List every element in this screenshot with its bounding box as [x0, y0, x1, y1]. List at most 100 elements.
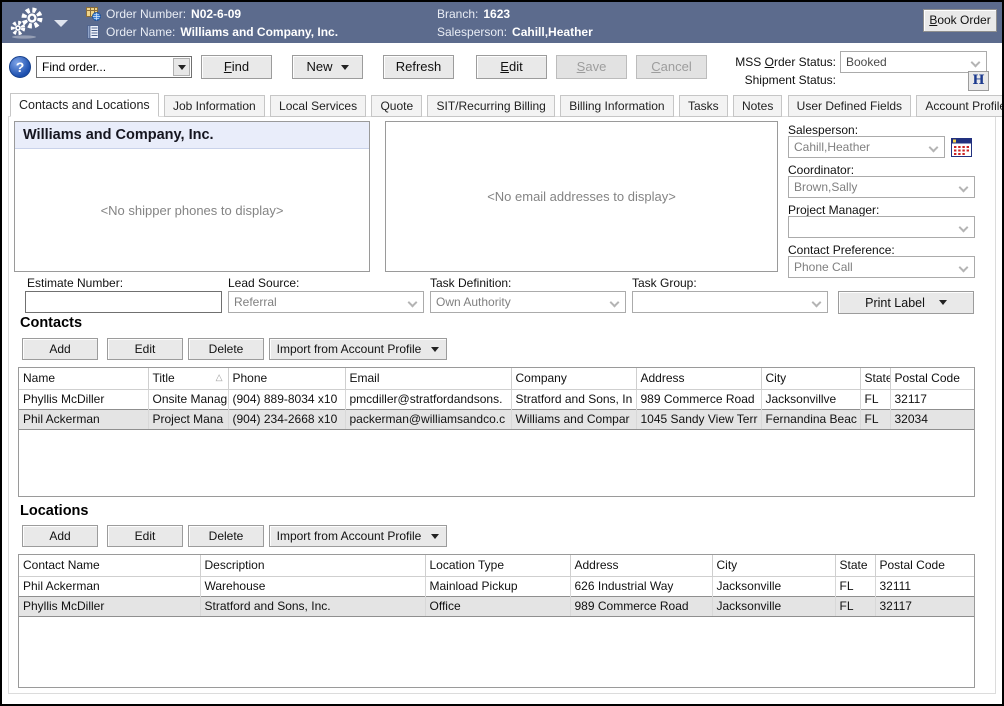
- save-button[interactable]: Save: [556, 55, 627, 79]
- cell: packerman@williamsandco.c: [345, 409, 511, 429]
- contacts-add-button[interactable]: Add: [22, 338, 98, 360]
- cell: Project Mana: [148, 409, 228, 429]
- cell: Phil Ackerman: [19, 409, 148, 429]
- contacts-delete-button[interactable]: Delete: [188, 338, 264, 360]
- shipment-history-button[interactable]: H: [968, 71, 989, 91]
- tab-billing-information[interactable]: Billing Information: [560, 95, 673, 117]
- contact-preference-select[interactable]: Phone Call: [788, 256, 975, 278]
- tab-notes[interactable]: Notes: [733, 95, 782, 117]
- column-header[interactable]: Address: [636, 368, 761, 389]
- new-dropdown-arrow-icon: [341, 65, 349, 70]
- shipper-panel-title: Williams and Company, Inc.: [15, 122, 369, 149]
- contact-row[interactable]: Phyllis McDiller Onsite Manag (904) 889-…: [19, 389, 974, 409]
- order-number-value: N02-6-09: [191, 5, 241, 23]
- locations-edit-button[interactable]: Edit: [107, 525, 183, 547]
- cell: FL: [835, 576, 875, 596]
- column-header[interactable]: Description: [200, 555, 425, 576]
- task-definition-select[interactable]: Own Authority: [430, 291, 626, 313]
- import-dropdown-arrow-icon: [431, 534, 439, 539]
- app-gears-icon[interactable]: [8, 6, 52, 40]
- cell: Jacksonvillve: [761, 389, 860, 409]
- cell: 32111: [875, 576, 974, 596]
- print-label-button[interactable]: Print Label: [838, 291, 974, 314]
- tab-quote[interactable]: Quote: [371, 95, 422, 117]
- column-header[interactable]: City: [761, 368, 860, 389]
- column-header[interactable]: Location Type: [425, 555, 570, 576]
- print-label-dropdown-arrow-icon: [939, 300, 947, 305]
- order-name-label: Order Name:: [106, 23, 175, 41]
- dropdown-arrow-icon: [178, 65, 186, 70]
- find-order-input[interactable]: [38, 58, 172, 76]
- column-header[interactable]: State: [860, 368, 890, 389]
- chevron-down-icon: [959, 183, 969, 193]
- column-header[interactable]: Postal Code: [890, 368, 974, 389]
- locations-grid: Contact Name Description Location Type A…: [18, 554, 975, 688]
- task-group-select[interactable]: [632, 291, 828, 313]
- column-header[interactable]: Title△: [148, 368, 228, 389]
- mss-order-status-select[interactable]: Booked: [840, 51, 987, 73]
- cell: 626 Industrial Way: [570, 576, 712, 596]
- refresh-button[interactable]: Refresh: [383, 55, 454, 79]
- cell: Office: [425, 596, 570, 616]
- book-order-button[interactable]: Book Order: [923, 9, 997, 32]
- locations-import-button[interactable]: Import from Account Profile: [269, 525, 447, 547]
- lead-source-select[interactable]: Referral: [228, 291, 424, 313]
- column-header[interactable]: Email: [345, 368, 511, 389]
- cell: Jacksonville: [712, 576, 835, 596]
- cell: FL: [860, 389, 890, 409]
- column-header[interactable]: State: [835, 555, 875, 576]
- coordinator-label: Coordinator:: [788, 163, 854, 177]
- cell: Fernandina Beac: [761, 409, 860, 429]
- column-header[interactable]: Company: [511, 368, 636, 389]
- locations-add-button[interactable]: Add: [22, 525, 98, 547]
- column-header[interactable]: Address: [570, 555, 712, 576]
- app-menu-chevron-icon[interactable]: [54, 20, 68, 27]
- contact-row-selected[interactable]: Phil Ackerman Project Mana (904) 234-266…: [19, 409, 974, 429]
- tab-user-defined-fields[interactable]: User Defined Fields: [788, 95, 911, 117]
- edit-button[interactable]: Edit: [476, 55, 547, 79]
- column-header[interactable]: Phone: [228, 368, 345, 389]
- branch-label: Branch:: [437, 5, 478, 23]
- locations-delete-button[interactable]: Delete: [188, 525, 264, 547]
- estimate-number-input[interactable]: [25, 291, 222, 313]
- column-header[interactable]: Postal Code: [875, 555, 974, 576]
- email-empty-text: <No email addresses to display>: [386, 189, 777, 204]
- tab-account-profile[interactable]: Account Profile: [916, 95, 1004, 117]
- find-order-dropdown-button[interactable]: [173, 58, 190, 76]
- cell: Phyllis McDiller: [19, 596, 200, 616]
- tab-contacts-and-locations[interactable]: Contacts and Locations: [10, 93, 159, 117]
- column-header[interactable]: City: [712, 555, 835, 576]
- locations-heading: Locations: [20, 503, 88, 519]
- email-addresses-panel: <No email addresses to display>: [385, 121, 778, 272]
- salesperson-calendar-button[interactable]: [951, 138, 972, 157]
- project-manager-select[interactable]: [788, 216, 975, 238]
- estimate-number-label: Estimate Number:: [27, 276, 123, 290]
- cell: (904) 234-2668 x10: [228, 409, 345, 429]
- location-row-selected[interactable]: Phyllis McDiller Stratford and Sons, Inc…: [19, 596, 974, 616]
- cell: Stratford and Sons, In: [511, 389, 636, 409]
- find-button[interactable]: Find: [201, 55, 272, 79]
- coordinator-select[interactable]: Brown,Sally: [788, 176, 975, 198]
- salesperson-label: Salesperson:: [788, 123, 858, 137]
- salesperson-select[interactable]: Cahill,Heather: [788, 136, 945, 158]
- location-row[interactable]: Phil Ackerman Warehouse Mainload Pickup …: [19, 576, 974, 596]
- tab-sit-recurring-billing[interactable]: SIT/Recurring Billing: [427, 95, 554, 117]
- tab-local-services[interactable]: Local Services: [270, 95, 366, 117]
- cell: Phyllis McDiller: [19, 389, 148, 409]
- cell: 32034: [890, 409, 974, 429]
- contacts-import-button[interactable]: Import from Account Profile: [269, 338, 447, 360]
- contacts-header-row: Name Title△ Phone Email Company Address …: [19, 368, 974, 389]
- help-icon[interactable]: ?: [9, 56, 31, 78]
- tab-job-information[interactable]: Job Information: [164, 95, 265, 117]
- new-button[interactable]: New: [292, 55, 363, 79]
- locations-header-row: Contact Name Description Location Type A…: [19, 555, 974, 576]
- shipper-phones-panel: Williams and Company, Inc. <No shipper p…: [14, 121, 370, 272]
- column-header[interactable]: Name: [19, 368, 148, 389]
- column-header[interactable]: Contact Name: [19, 555, 200, 576]
- cancel-button[interactable]: Cancel: [636, 55, 707, 79]
- contacts-edit-button[interactable]: Edit: [107, 338, 183, 360]
- mss-order-status-label: MSS Order Status:: [720, 55, 836, 69]
- contact-preference-label: Contact Preference:: [788, 243, 895, 257]
- tab-tasks[interactable]: Tasks: [679, 95, 728, 117]
- order-number-label: Order Number:: [106, 5, 186, 23]
